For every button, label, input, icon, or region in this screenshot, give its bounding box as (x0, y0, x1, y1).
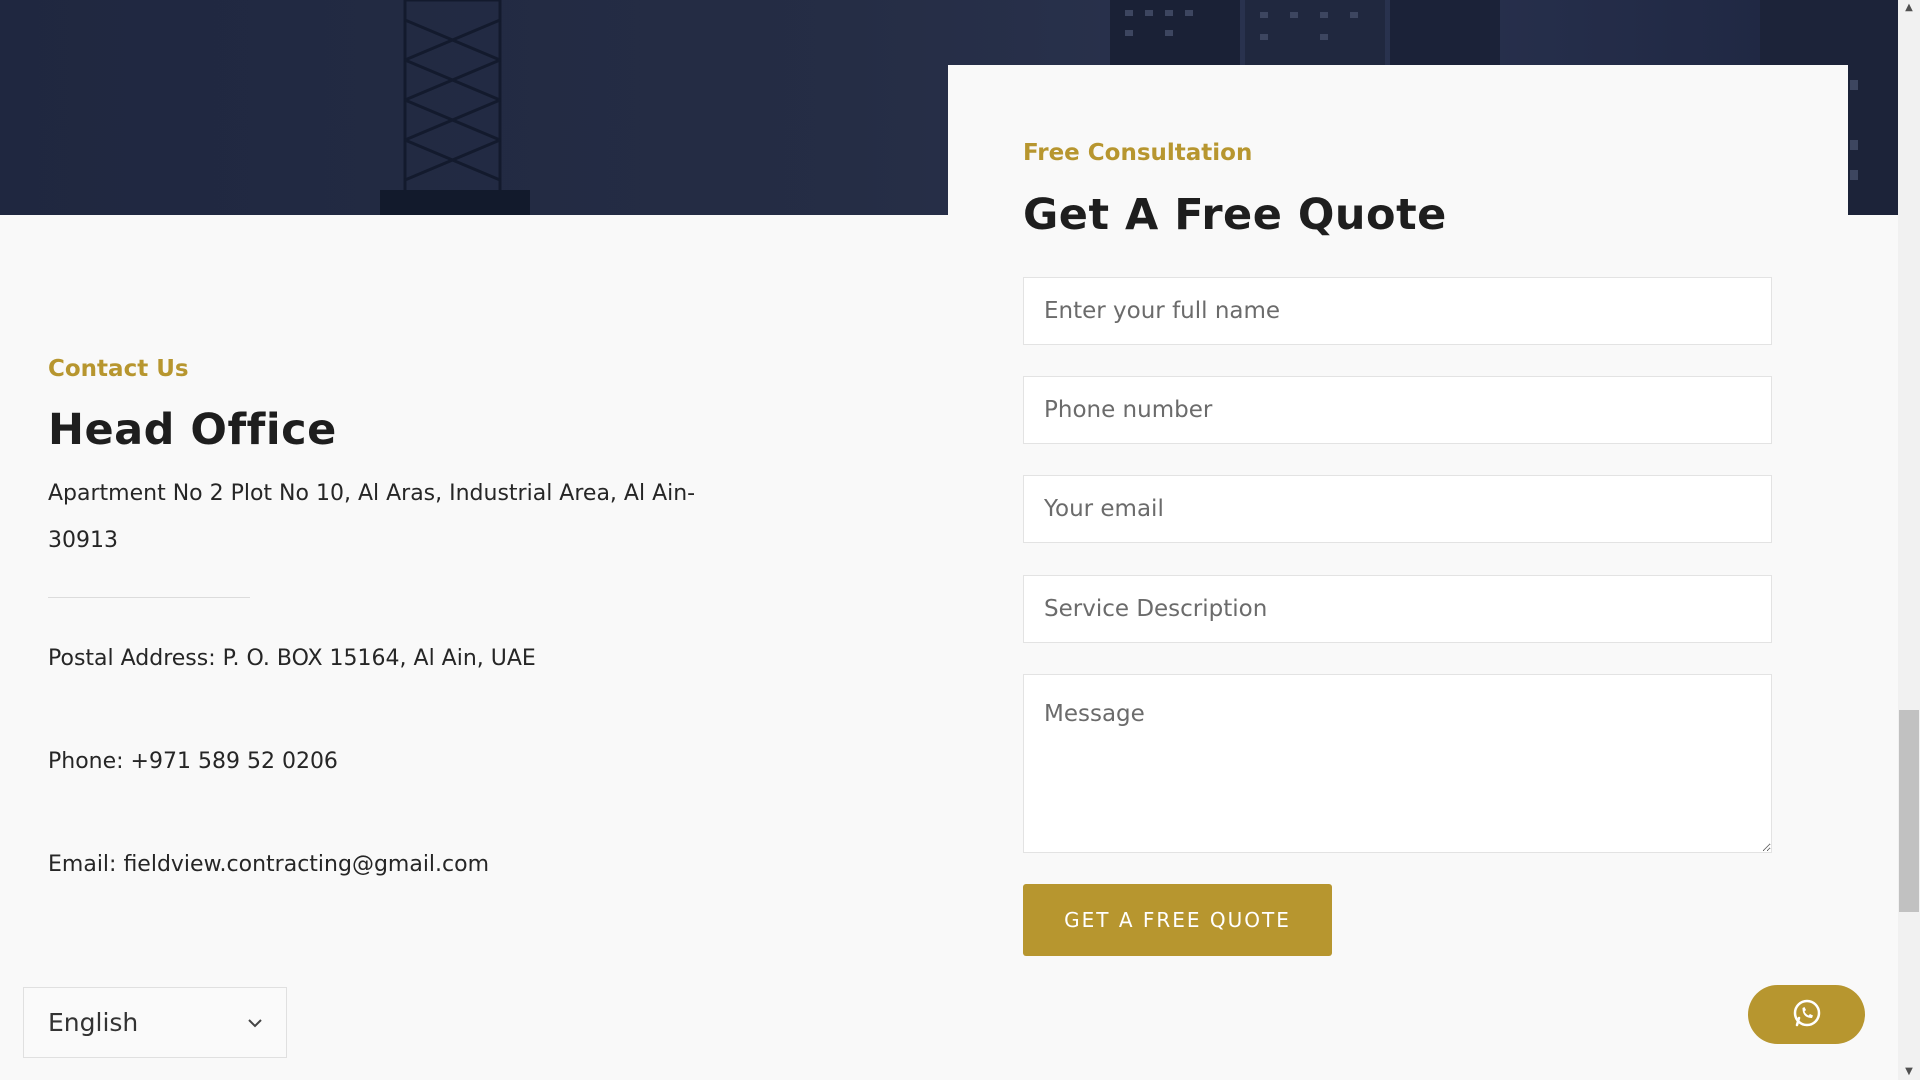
language-select-value: English (48, 1008, 139, 1037)
quote-eyebrow: Free Consultation (1023, 140, 1253, 166)
head-office-title: Head Office (48, 405, 337, 455)
divider (48, 597, 250, 598)
email-address[interactable]: Email: fieldview.contracting@gmail.com (48, 852, 489, 877)
message-textarea[interactable] (1023, 674, 1772, 853)
postal-address: Postal Address: P. O. BOX 15164, Al Ain,… (48, 646, 536, 671)
language-select[interactable]: English (23, 987, 287, 1058)
service-description-input[interactable] (1023, 575, 1772, 643)
whatsapp-icon (1792, 998, 1822, 1032)
page-scrollbar[interactable] (1898, 0, 1920, 1080)
scrollbar-thumb[interactable] (1899, 710, 1919, 912)
office-address: Apartment No 2 Plot No 10, Al Aras, Indu… (48, 481, 696, 553)
email-input[interactable] (1023, 475, 1772, 543)
chevron-down-icon (248, 1012, 262, 1033)
scroll-up-arrow-icon[interactable]: ▲ (1898, 0, 1920, 16)
scroll-down-arrow-icon[interactable]: ▼ (1898, 1064, 1920, 1080)
get-free-quote-button[interactable]: GET A FREE QUOTE (1023, 884, 1332, 956)
phone-number: Phone: +971 589 52 0206 (48, 749, 338, 774)
phone-input[interactable] (1023, 376, 1772, 444)
whatsapp-button[interactable] (1748, 985, 1865, 1044)
quote-title: Get A Free Quote (1023, 190, 1447, 240)
full-name-input[interactable] (1023, 277, 1772, 345)
contact-eyebrow: Contact Us (48, 356, 189, 382)
